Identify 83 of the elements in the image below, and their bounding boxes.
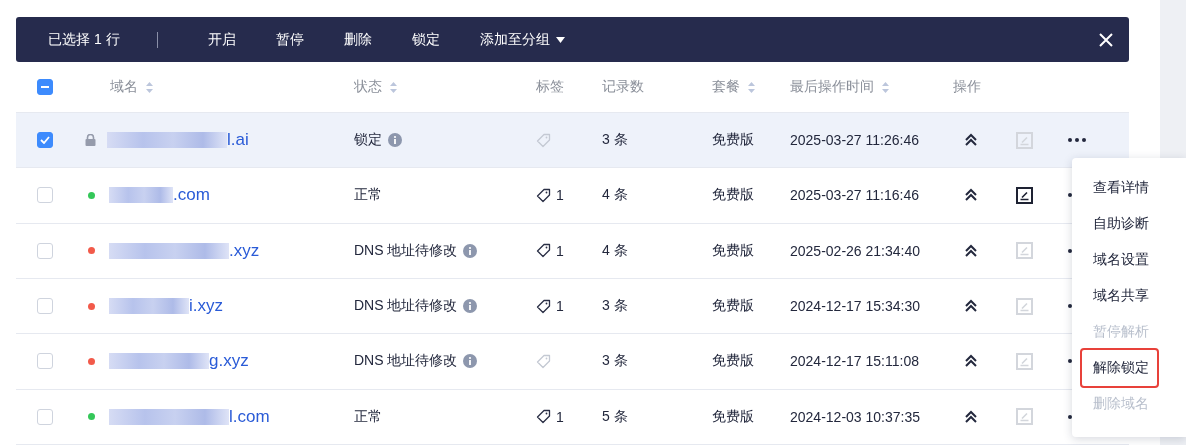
more-button[interactable] <box>1068 138 1086 143</box>
column-header: 套餐 <box>712 78 740 97</box>
double-chevron-up-icon <box>964 243 978 258</box>
check-icon <box>40 136 50 145</box>
pin-top-button[interactable] <box>964 299 978 314</box>
column-header: 域名 <box>110 78 138 97</box>
sort-icon[interactable] <box>146 81 153 93</box>
menu-item[interactable]: 自助诊断 <box>1082 206 1157 242</box>
tag-icon <box>536 353 551 369</box>
caret-icon <box>555 36 565 43</box>
tag-icon <box>536 187 551 203</box>
column-header: 状态 <box>354 78 382 97</box>
status-text: 正常 <box>354 186 382 205</box>
selection-count: 已选择 1 行 <box>48 30 120 49</box>
select-all-checkbox[interactable] <box>37 79 53 96</box>
pin-top-button[interactable] <box>964 243 978 258</box>
double-chevron-up-icon <box>964 133 978 148</box>
record-count: 3 条 <box>602 352 629 371</box>
redaction-blur <box>109 187 173 204</box>
column-header: 标签 <box>536 78 564 97</box>
domain-link[interactable]: l.ai <box>227 130 249 151</box>
toolbar-action[interactable]: 删除 <box>343 30 372 49</box>
tag-icon <box>536 132 551 148</box>
toolbar-action[interactable]: 开启 <box>207 30 236 49</box>
status-text: DNS 地址待修改 <box>354 297 458 316</box>
close-button[interactable] <box>1099 32 1113 47</box>
timestamp: 2025-03-27 11:16:46 <box>790 187 920 204</box>
column-header: 记录数 <box>602 78 644 97</box>
menu-item[interactable]: 域名共享 <box>1082 278 1157 314</box>
record-count: 4 条 <box>602 186 629 205</box>
menu-item[interactable]: 域名设置 <box>1082 242 1157 278</box>
toolbar-action[interactable]: 锁定 <box>411 30 440 49</box>
column-header: 操作 <box>953 78 981 97</box>
plan-text: 免费版 <box>712 241 755 260</box>
group-dropdown[interactable]: 添加至分组 <box>479 30 565 49</box>
timestamp: 2025-03-27 11:26:46 <box>790 132 920 149</box>
plan-text: 免费版 <box>712 186 755 205</box>
status-text: DNS 地址待修改 <box>354 352 458 371</box>
double-chevron-up-icon <box>964 188 978 203</box>
menu-item[interactable]: 解除锁定 <box>1082 350 1157 386</box>
pin-top-button[interactable] <box>964 133 978 148</box>
record-count: 5 条 <box>602 407 629 426</box>
record-count: 3 条 <box>602 131 629 150</box>
tag-icon <box>536 409 551 425</box>
domain-link[interactable]: l.com <box>229 406 270 427</box>
domain-link[interactable]: .com <box>173 185 210 206</box>
pin-top-button[interactable] <box>964 409 978 424</box>
plan-text: 免费版 <box>712 407 755 426</box>
tag-count: 1 <box>556 298 564 315</box>
double-chevron-up-icon <box>964 409 978 424</box>
double-chevron-up-icon <box>964 354 978 369</box>
domain-link[interactable]: .xyz <box>229 240 260 261</box>
sort-icon[interactable] <box>882 81 889 93</box>
pin-top-button[interactable] <box>964 188 978 203</box>
plan-text: 免费版 <box>712 352 755 371</box>
column-header: 最后操作时间 <box>790 78 874 97</box>
timestamp: 2024-12-17 15:34:30 <box>790 298 921 315</box>
timestamp: 2025-02-26 21:34:40 <box>790 242 921 259</box>
status-text: 锁定 <box>354 131 382 150</box>
tag-icon <box>536 243 551 259</box>
menu-item[interactable]: 查看详情 <box>1082 170 1157 206</box>
plan-text: 免费版 <box>712 297 755 316</box>
pin-top-button[interactable] <box>964 354 978 369</box>
double-chevron-up-icon <box>964 299 978 314</box>
record-count: 4 条 <box>602 241 629 260</box>
timestamp: 2024-12-03 10:37:35 <box>790 408 921 425</box>
sort-icon[interactable] <box>390 81 397 93</box>
timestamp: 2024-12-17 15:11:08 <box>790 353 920 370</box>
edit-button[interactable] <box>1016 186 1033 204</box>
record-count: 3 条 <box>602 297 629 316</box>
plan-text: 免费版 <box>712 131 755 150</box>
tag-count: 1 <box>556 187 564 204</box>
sort-icon[interactable] <box>748 81 755 93</box>
toolbar-action[interactable]: 暂停 <box>275 30 304 49</box>
minus-icon <box>41 86 49 89</box>
domain-link[interactable]: i.xyz <box>189 296 223 317</box>
tag-count: 1 <box>556 408 564 425</box>
status-text: 正常 <box>354 407 382 426</box>
row-checkbox[interactable] <box>37 132 53 149</box>
tag-icon <box>536 298 551 314</box>
tag-count: 1 <box>556 242 564 259</box>
domain-link[interactable]: g.xyz <box>209 351 249 372</box>
status-text: DNS 地址待修改 <box>354 241 458 260</box>
